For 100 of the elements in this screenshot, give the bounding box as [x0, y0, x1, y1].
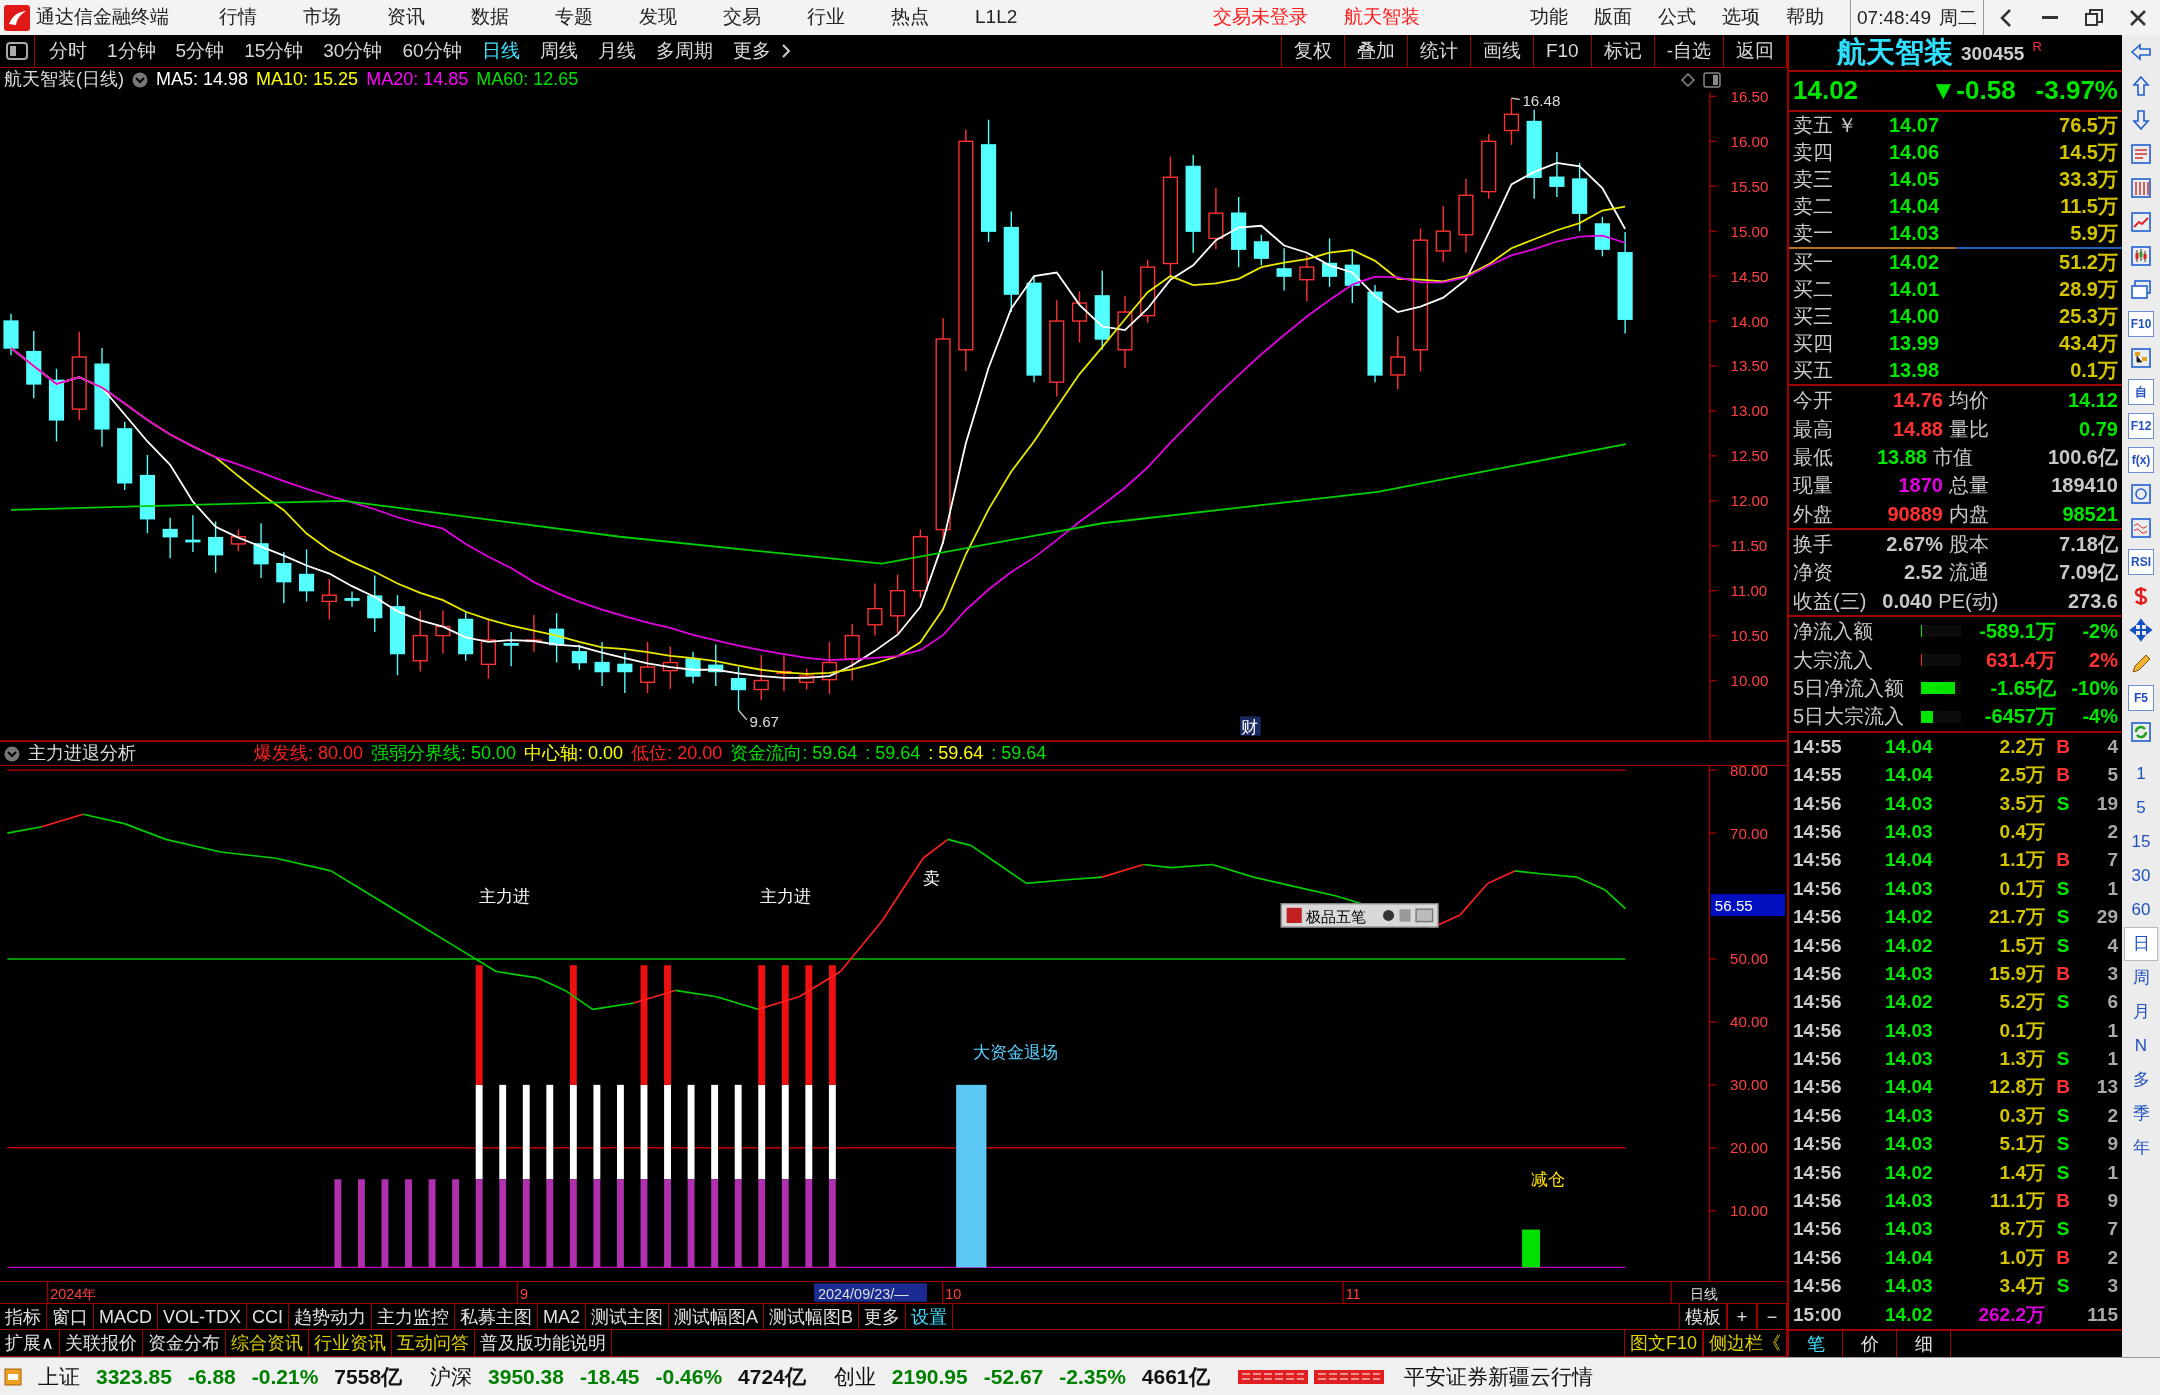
panel-toggle-icon[interactable] [6, 42, 28, 60]
sidebar-tool-button[interactable]: F10 [2128, 311, 2154, 337]
menu-item[interactable]: 行情 [219, 6, 257, 29]
chart-tool-button[interactable]: 统计 [1406, 34, 1470, 68]
period-shortcut[interactable]: 1 [2124, 757, 2158, 791]
period-tab[interactable]: 多周期 [645, 39, 723, 63]
panel-toggle-icon[interactable] [1703, 72, 1721, 88]
indicator-tab[interactable]: CCI [247, 1304, 289, 1330]
template-control[interactable]: 模板 [1679, 1304, 1727, 1330]
tick-count: 2 [2107, 1103, 2118, 1128]
menu-item[interactable]: L1L2 [975, 6, 1018, 29]
chart-tool-button[interactable]: -自选 [1653, 34, 1723, 68]
indicator-tab[interactable]: 私募主图 [455, 1304, 538, 1330]
chart-tool-button[interactable]: 标记 [1590, 34, 1654, 68]
period-shortcut[interactable]: 30 [2124, 859, 2158, 893]
period-shortcut[interactable]: 5 [2124, 791, 2158, 825]
dropdown-icon[interactable] [132, 72, 148, 88]
order-volume: 0.1万 [2070, 358, 2118, 384]
period-tab[interactable]: 60分钟 [392, 39, 472, 63]
extension-tab[interactable]: 关联报价 [60, 1330, 144, 1356]
period-shortcut[interactable]: 60 [2124, 893, 2158, 927]
tick-volume: 1.1万 [1998, 848, 2045, 873]
side-link[interactable]: 侧边栏《 [1703, 1330, 1787, 1356]
side-link[interactable]: 图文F10 [1623, 1330, 1703, 1356]
extension-tab[interactable]: 综合资讯 [226, 1330, 310, 1356]
indicator-tab[interactable]: MA2 [538, 1304, 587, 1330]
period-shortcut[interactable]: 年 [2124, 1131, 2158, 1165]
chart-tool-button[interactable]: 复权 [1280, 34, 1344, 68]
indicator-tab[interactable]: 测试幅图B [764, 1304, 860, 1330]
period-shortcut[interactable]: 月 [2124, 995, 2158, 1029]
period-shortcut[interactable]: 日 [2124, 927, 2158, 961]
windows-icon [2129, 278, 2153, 302]
period-tab[interactable]: 15分钟 [234, 39, 314, 63]
axis-label: 10.50 [1730, 627, 1769, 645]
indicator-tab[interactable]: 主力监控 [372, 1304, 455, 1330]
menu-item[interactable]: 功能 [1530, 6, 1569, 29]
chart-tool-button[interactable]: F10 [1532, 34, 1591, 68]
extension-tab[interactable]: 普及版功能说明 [475, 1330, 613, 1356]
template-control[interactable]: − [1757, 1304, 1787, 1330]
period-shortcut[interactable]: 季 [2124, 1097, 2158, 1131]
menu-item[interactable]: 数据 [471, 6, 509, 29]
tick-volume: 21.7万 [1988, 905, 2045, 930]
menu-item[interactable]: 发现 [639, 6, 677, 29]
tick-count: 1 [2107, 1018, 2118, 1043]
template-control[interactable]: + [1727, 1304, 1757, 1330]
menu-item[interactable]: 市场 [303, 6, 341, 29]
sidebar-tool-button[interactable]: f(x) [2128, 447, 2154, 473]
chart-tool-button[interactable]: 叠加 [1343, 34, 1407, 68]
period-tab[interactable]: 日线 [471, 39, 530, 63]
tick-price: 14.02 [1885, 1160, 1934, 1185]
menu-item[interactable]: 版面 [1594, 6, 1633, 29]
menu-item[interactable]: 选项 [1722, 6, 1761, 29]
extension-tab[interactable]: 资金分布 [143, 1330, 227, 1356]
indicator-tab[interactable]: 趋势动力 [289, 1304, 372, 1330]
period-shortcut[interactable]: N [2124, 1029, 2158, 1063]
tick-volume: 3.4万 [1998, 1274, 2045, 1299]
menu-item[interactable]: 专题 [555, 6, 593, 29]
sidebar-tool-button[interactable]: 自 [2128, 379, 2154, 405]
stat-value: 90889 [1886, 501, 1943, 527]
ime-toolbar[interactable]: 极品五笔 [1280, 903, 1439, 928]
period-shortcut[interactable]: 多 [2124, 1063, 2158, 1097]
indicator-tab[interactable]: 测试主图 [586, 1304, 670, 1330]
line-chart-icon [2129, 210, 2153, 234]
menu-item[interactable]: 交易 [723, 6, 761, 29]
trade-side: B [2056, 848, 2070, 873]
indicator-tab[interactable]: 设置 [906, 1304, 954, 1330]
index-change: -18.45 [580, 1363, 640, 1390]
tick-price: 14.02 [1885, 905, 1934, 930]
indicator-tab[interactable]: 指标 [0, 1304, 47, 1330]
period-tab[interactable]: 更多 [722, 39, 781, 63]
indicator-tab[interactable]: VOL-TDX [158, 1304, 247, 1330]
indicator-tab[interactable]: 更多 [859, 1304, 907, 1330]
menu-item[interactable]: 行业 [807, 6, 845, 29]
sidebar-tool-button[interactable]: F5 [2128, 685, 2154, 711]
menu-item[interactable]: 公式 [1658, 6, 1697, 29]
axis-label: 10.00 [1730, 672, 1769, 690]
dropdown-icon[interactable] [4, 745, 20, 762]
indicator-tab[interactable]: 窗口 [47, 1304, 94, 1330]
tick-time: 15:00 [1793, 1302, 1843, 1327]
menu-item[interactable]: 热点 [891, 6, 929, 29]
sidebar-tool-button[interactable]: RSI [2128, 549, 2154, 575]
extension-tab[interactable]: 扩展∧ [0, 1330, 61, 1356]
period-shortcut[interactable]: 15 [2124, 825, 2158, 859]
sidebar-tool-button[interactable]: F12 [2128, 413, 2154, 439]
extension-tab[interactable]: 互动问答 [392, 1330, 476, 1356]
tick-price: 14.03 [1885, 1274, 1934, 1299]
indicator-tab[interactable]: 测试幅图A [669, 1304, 765, 1330]
chart-tool-button[interactable]: 画线 [1469, 34, 1533, 68]
period-tab[interactable]: 5分钟 [165, 39, 235, 63]
period-tab[interactable]: 月线 [587, 39, 646, 63]
menu-item[interactable]: 帮助 [1786, 6, 1825, 29]
extension-tab[interactable]: 行业资讯 [309, 1330, 393, 1356]
period-tab[interactable]: 周线 [529, 39, 588, 63]
indicator-tab[interactable]: MACD [94, 1304, 158, 1330]
pencil-icon [2129, 652, 2153, 676]
period-tab[interactable]: 1分钟 [97, 39, 166, 63]
menu-item[interactable]: 资讯 [387, 6, 425, 29]
period-shortcut[interactable]: 周 [2124, 961, 2158, 995]
period-tab[interactable]: 30分钟 [313, 39, 393, 63]
period-tab[interactable]: 分时 [39, 39, 97, 63]
